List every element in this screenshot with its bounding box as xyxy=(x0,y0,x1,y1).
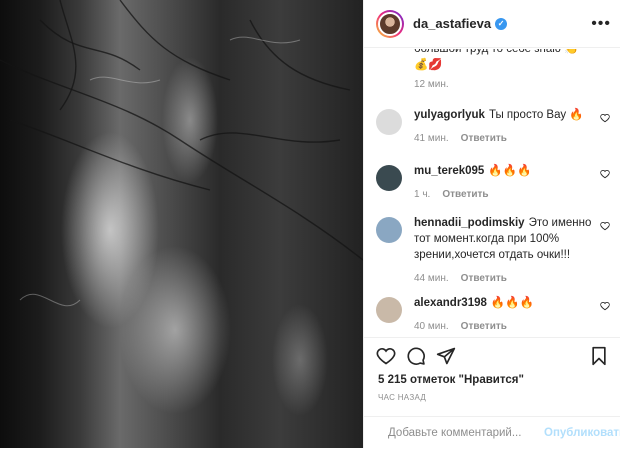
comment-item: hennadii_podimskiy Это именно тот момент.… xyxy=(376,215,611,287)
commenter-avatar[interactable] xyxy=(376,217,402,243)
author-avatar-ring[interactable] xyxy=(376,9,404,38)
comment-icon[interactable] xyxy=(406,346,426,366)
comment-text: 🔥🔥🔥 xyxy=(488,165,532,177)
comment-time[interactable]: 41 мин. xyxy=(414,133,449,144)
comment-time[interactable]: 44 мин. xyxy=(414,273,449,284)
commenter-avatar[interactable] xyxy=(376,165,402,191)
partial-comment-text: большой труд то себе знаю 👏 xyxy=(414,49,579,55)
reply-button[interactable]: Ответить xyxy=(461,273,507,284)
comment-heart-icon[interactable] xyxy=(599,221,611,231)
add-comment-bar: Опубликовать xyxy=(364,416,620,449)
comment-time[interactable]: 1 ч. xyxy=(414,189,430,200)
comments-list: большой труд то себе знаю 👏 💰💋 12 мин. y… xyxy=(364,49,620,337)
post-side-panel: da_astafieva ✓ ••• большой труд то себе … xyxy=(363,0,620,448)
commenter-username[interactable]: yulyagorlyuk xyxy=(414,109,485,121)
comment-item: yulyagorlyuk Ты просто Вау 🔥 41 мин. Ответ… xyxy=(376,107,611,147)
commenter-username[interactable]: hennadii_podimskiy xyxy=(414,217,525,229)
post-header: da_astafieva ✓ ••• xyxy=(364,0,620,48)
comment-heart-icon[interactable] xyxy=(599,169,611,179)
comment-text: Ты просто Вау 🔥 xyxy=(488,109,584,121)
reply-button[interactable]: Ответить xyxy=(461,321,507,332)
post-photo[interactable] xyxy=(0,0,363,448)
comment-heart-icon[interactable] xyxy=(599,113,611,123)
commenter-username[interactable]: mu_terek095 xyxy=(414,165,484,177)
commenter-avatar[interactable] xyxy=(376,109,402,135)
publish-button[interactable]: Опубликовать xyxy=(544,427,620,439)
reply-button[interactable]: Ответить xyxy=(442,189,488,200)
verified-badge-icon: ✓ xyxy=(495,17,508,30)
partial-comment-emojis: 💰💋 xyxy=(414,59,443,71)
likes-count[interactable]: 5 215 отметок "Нравится" xyxy=(378,374,524,386)
comment-item: mu_terek095 🔥🔥🔥 1 ч. Ответить xyxy=(376,163,611,203)
bookmark-icon[interactable] xyxy=(589,346,609,366)
commenter-avatar[interactable] xyxy=(376,297,402,323)
comment-text: 🔥🔥🔥 xyxy=(490,297,534,309)
post-actions-bar xyxy=(364,337,620,374)
branches-overlay xyxy=(0,0,363,307)
heart-icon[interactable] xyxy=(376,346,396,366)
comment-time[interactable]: 40 мин. xyxy=(414,321,449,332)
reply-button[interactable]: Ответить xyxy=(461,133,507,144)
author-username[interactable]: da_astafieva xyxy=(413,16,491,31)
share-icon[interactable] xyxy=(436,346,456,366)
comment-heart-icon[interactable] xyxy=(599,301,611,311)
comment-input[interactable] xyxy=(386,426,544,440)
author-avatar[interactable] xyxy=(378,11,402,36)
post-time[interactable]: час назад xyxy=(378,393,426,402)
comment-item: alexandr3198 🔥🔥🔥 40 мин. Ответить xyxy=(376,295,611,335)
more-icon[interactable]: ••• xyxy=(591,15,611,33)
commenter-username[interactable]: alexandr3198 xyxy=(414,297,487,309)
partial-comment: большой труд то себе знаю 👏 💰💋 12 мин. xyxy=(414,49,599,93)
partial-comment-time[interactable]: 12 мин. xyxy=(414,77,599,93)
